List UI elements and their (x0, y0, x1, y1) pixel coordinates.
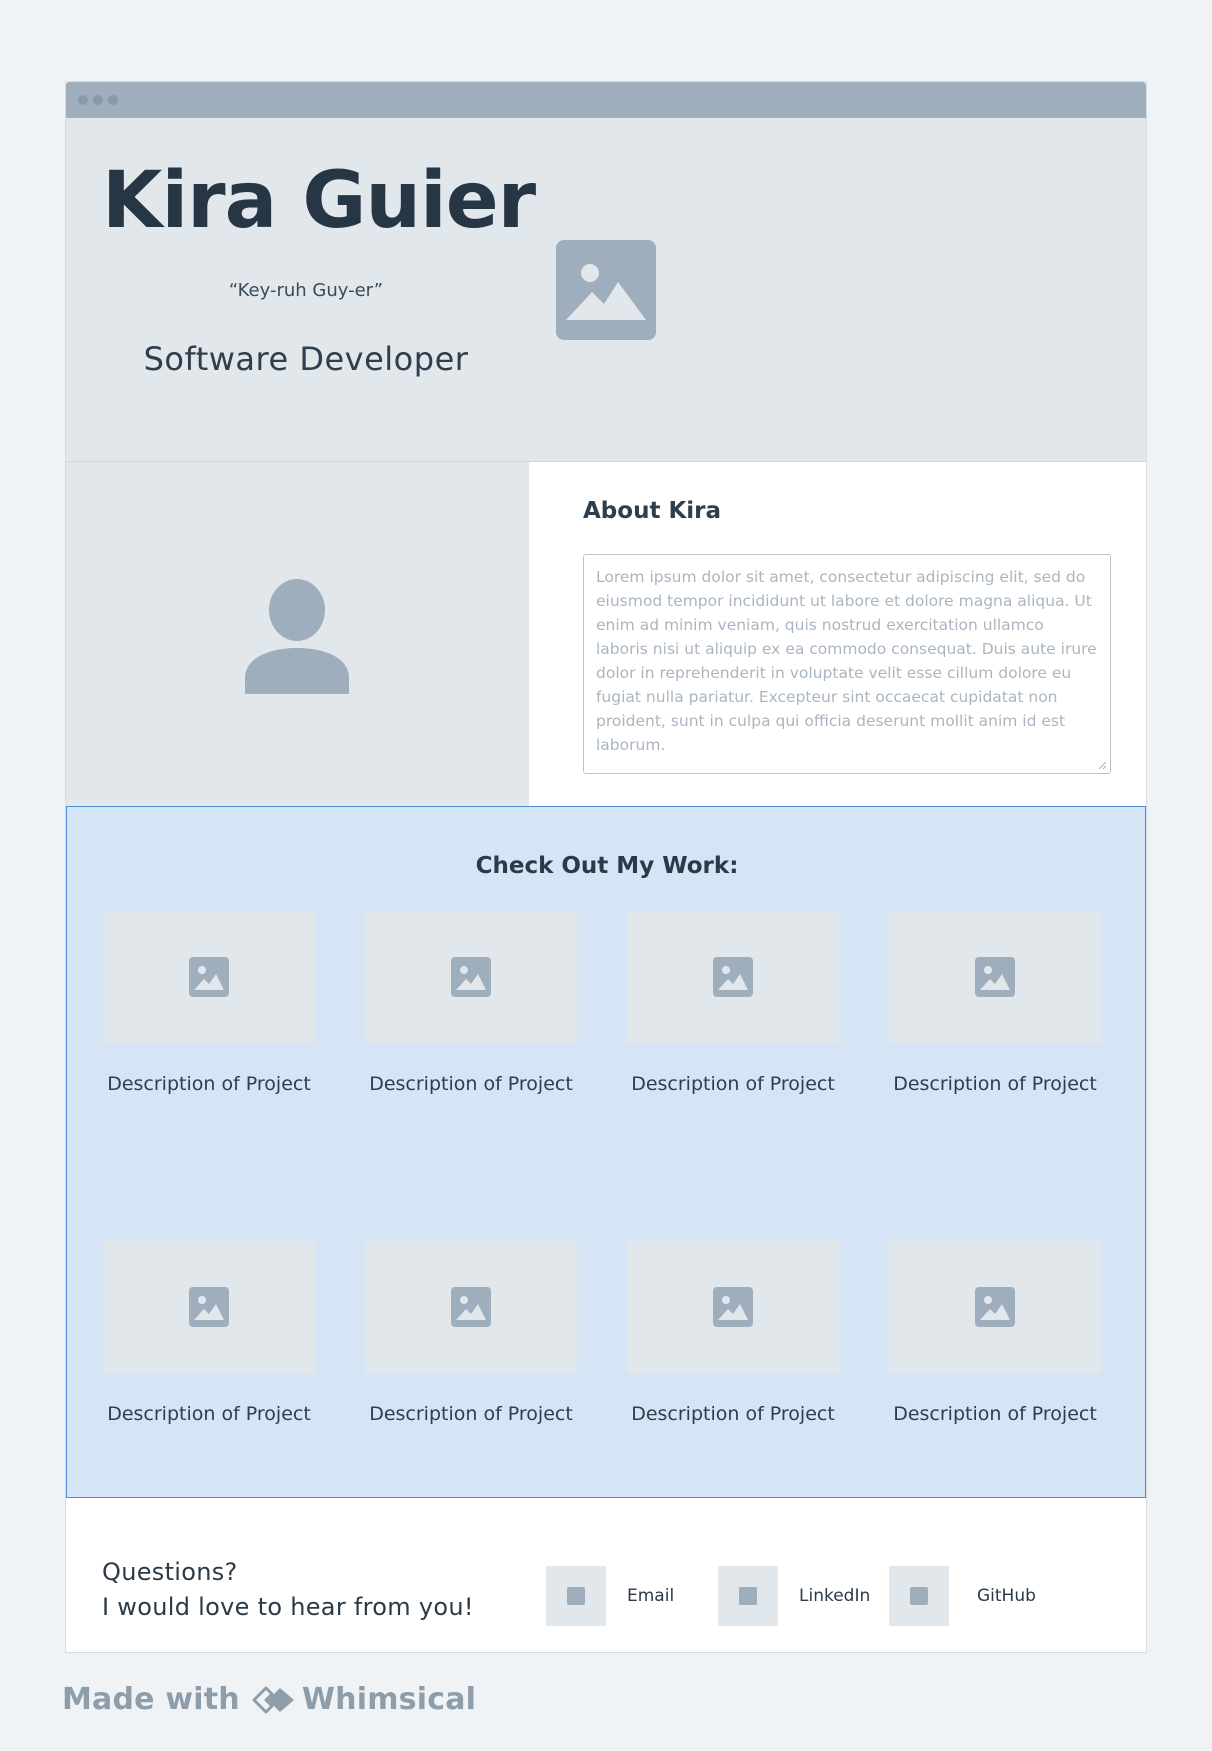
made-with-text: Made with (62, 1682, 240, 1717)
email-link[interactable]: Email (627, 1586, 674, 1606)
project-thumbnail[interactable] (889, 1241, 1101, 1373)
profile-photo-panel (66, 462, 529, 806)
pronunciation-text: “Key-ruh Guy-er” (228, 280, 384, 301)
work-heading: Check Out My Work: (475, 853, 739, 879)
github-icon[interactable] (889, 1566, 949, 1626)
window-dot-icon (78, 95, 88, 105)
page-title: Kira Guier (102, 156, 536, 246)
window-titlebar (66, 82, 1146, 118)
image-placeholder-icon (975, 957, 1015, 997)
image-placeholder-icon (189, 957, 229, 997)
linkedin-icon[interactable] (718, 1566, 778, 1626)
project-card[interactable]: Description of Project (889, 911, 1101, 1095)
project-description: Description of Project (107, 1073, 311, 1095)
project-thumbnail[interactable] (103, 911, 315, 1043)
project-card[interactable]: Description of Project (627, 1241, 839, 1425)
project-thumbnail[interactable] (365, 1241, 577, 1373)
wireframe-window: Kira Guier “Key-ruh Guy-er” Software Dev… (66, 82, 1146, 1652)
made-with-whimsical-link[interactable]: Made with Whimsical (62, 1682, 476, 1717)
project-thumbnail[interactable] (627, 1241, 839, 1373)
project-card[interactable]: Description of Project (365, 911, 577, 1095)
project-thumbnail[interactable] (889, 911, 1101, 1043)
role-subtitle: Software Developer (143, 340, 469, 378)
about-section: About Kira Lorem ipsum dolor sit amet, c… (529, 462, 1146, 806)
hero-section: Kira Guier “Key-ruh Guy-er” Software Dev… (66, 118, 1146, 462)
project-thumbnail[interactable] (103, 1241, 315, 1373)
project-description: Description of Project (893, 1073, 1097, 1095)
contact-invitation: I would love to hear from you! (102, 1593, 474, 1621)
image-placeholder-icon (739, 1587, 757, 1605)
contact-question: Questions? (102, 1558, 238, 1586)
email-icon[interactable] (546, 1566, 606, 1626)
image-placeholder-icon (713, 1287, 753, 1327)
image-placeholder-icon (567, 1587, 585, 1605)
project-description: Description of Project (631, 1403, 835, 1425)
project-card[interactable]: Description of Project (103, 911, 315, 1095)
image-placeholder-icon (910, 1587, 928, 1605)
image-placeholder-icon (713, 957, 753, 997)
project-description: Description of Project (107, 1403, 311, 1425)
window-dot-icon (93, 95, 103, 105)
resize-grip-icon[interactable] (1097, 760, 1107, 770)
whimsical-brand: Whimsical (301, 1682, 477, 1717)
project-card[interactable]: Description of Project (103, 1241, 315, 1425)
about-heading: About Kira (583, 498, 722, 524)
project-card[interactable]: Description of Project (365, 1241, 577, 1425)
window-dot-icon (108, 95, 118, 105)
whimsical-logo-icon (252, 1686, 294, 1713)
project-description: Description of Project (369, 1073, 573, 1095)
project-description: Description of Project (893, 1403, 1097, 1425)
project-card[interactable]: Description of Project (627, 911, 839, 1095)
image-placeholder-icon (451, 1287, 491, 1327)
project-thumbnail[interactable] (365, 911, 577, 1043)
about-textarea[interactable]: Lorem ipsum dolor sit amet, consectetur … (583, 554, 1111, 774)
work-section: Check Out My Work: Description of Projec… (66, 806, 1146, 1498)
project-thumbnail[interactable] (627, 911, 839, 1043)
github-link[interactable]: GitHub (977, 1586, 1036, 1606)
image-placeholder-icon (556, 240, 656, 340)
contact-section: Questions? I would love to hear from you… (66, 1498, 1146, 1652)
image-placeholder-icon (189, 1287, 229, 1327)
about-text: Lorem ipsum dolor sit amet, consectetur … (596, 568, 1097, 754)
project-description: Description of Project (369, 1403, 573, 1425)
image-placeholder-icon (451, 957, 491, 997)
project-description: Description of Project (631, 1073, 835, 1095)
user-avatar-icon (245, 579, 349, 694)
project-card[interactable]: Description of Project (889, 1241, 1101, 1425)
linkedin-link[interactable]: LinkedIn (799, 1586, 870, 1606)
image-placeholder-icon (975, 1287, 1015, 1327)
